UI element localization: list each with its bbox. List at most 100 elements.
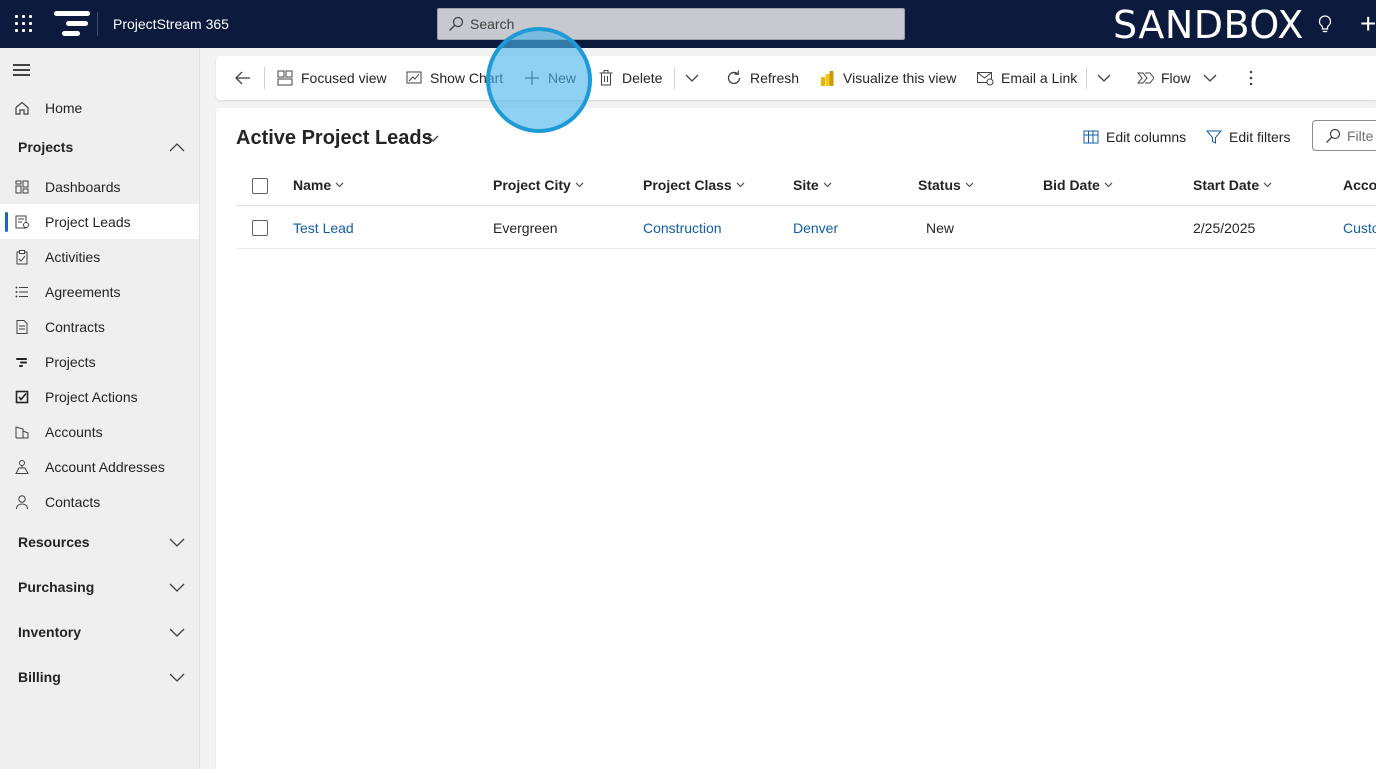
sidebar-item-projects[interactable]: Projects xyxy=(0,344,199,379)
sidebar-item-home[interactable]: Home xyxy=(0,90,199,125)
chevron-down-icon xyxy=(736,182,745,188)
command-separator xyxy=(264,67,265,89)
select-all-checkbox[interactable] xyxy=(252,178,268,194)
column-header-bid-date[interactable]: Bid Date xyxy=(1043,164,1113,206)
column-header-start-date[interactable]: Start Date xyxy=(1193,164,1272,206)
grid-header-row: Name Project City Project Class Site Sta… xyxy=(236,164,1376,206)
document-icon xyxy=(16,320,28,334)
email-link-button[interactable]: Email a Link xyxy=(976,56,1077,100)
column-header-site[interactable]: Site xyxy=(793,164,832,206)
sidebar-item-label: Home xyxy=(45,100,83,116)
back-button[interactable] xyxy=(234,56,252,100)
focused-view-label: Focused view xyxy=(301,70,387,86)
sidebar-item-label: Contacts xyxy=(45,494,101,510)
sidebar-group-resources[interactable]: Resources xyxy=(0,524,199,560)
sidebar-item-project-actions[interactable]: Project Actions xyxy=(0,379,199,414)
view-title[interactable]: Active Project Leads xyxy=(236,127,433,150)
column-header-name[interactable]: Name xyxy=(293,164,344,206)
sidebar-item-label: Dashboards xyxy=(45,179,121,195)
cell-status: New xyxy=(926,220,955,236)
sidebar-item-label: Contracts xyxy=(45,319,105,335)
hamburger-menu-icon[interactable] xyxy=(13,63,31,77)
app-divider xyxy=(97,12,98,36)
visualize-view-label: Visualize this view xyxy=(843,70,957,86)
chevron-down-icon xyxy=(169,583,185,592)
sidebar-group-inventory[interactable]: Inventory xyxy=(0,614,199,650)
address-icon xyxy=(15,460,29,474)
more-commands-button[interactable] xyxy=(1242,56,1260,100)
sidebar-item-label: Projects xyxy=(45,354,96,370)
sidebar-item-contracts[interactable]: Contracts xyxy=(0,309,199,344)
accounts-icon xyxy=(15,426,29,439)
focused-view-button[interactable]: Focused view xyxy=(276,56,387,100)
chevron-down-icon xyxy=(1097,74,1111,82)
more-email-options-button[interactable] xyxy=(1095,56,1113,100)
search-icon xyxy=(1326,128,1341,143)
app-title[interactable]: ProjectStream 365 xyxy=(113,16,229,32)
flow-dropdown-button[interactable] xyxy=(1201,56,1219,100)
edit-columns-button[interactable]: Edit columns xyxy=(1082,124,1186,150)
projectstream-logo-icon xyxy=(52,8,92,40)
column-header-status[interactable]: Status xyxy=(918,164,974,206)
chevron-down-icon xyxy=(1263,182,1272,188)
refresh-button[interactable]: Refresh xyxy=(725,56,799,100)
sidebar-item-agreements[interactable]: Agreements xyxy=(0,274,199,309)
refresh-label: Refresh xyxy=(750,70,800,86)
view-panel: Active Project Leads Edit columns Edit f… xyxy=(216,108,1376,769)
column-header-account[interactable]: Acco xyxy=(1343,164,1376,206)
environment-label: SANDBOX xyxy=(1113,3,1304,47)
command-bar: Focused view Show Chart New Delete Refre… xyxy=(216,56,1376,100)
column-header-label: Start Date xyxy=(1193,177,1260,193)
sidebar-group-projects[interactable]: Projects xyxy=(0,129,199,165)
sidebar-item-account-addresses[interactable]: Account Addresses xyxy=(0,449,199,484)
global-search-box[interactable] xyxy=(437,8,905,40)
new-button[interactable]: New xyxy=(523,56,576,100)
list-icon xyxy=(15,286,28,298)
column-header-label: Status xyxy=(918,177,961,193)
sidebar-item-label: Agreements xyxy=(45,284,121,300)
edit-columns-icon xyxy=(1083,130,1099,144)
chart-icon xyxy=(406,71,422,84)
sidebar-item-accounts[interactable]: Accounts xyxy=(0,414,199,449)
chevron-down-icon xyxy=(823,182,832,188)
delete-button[interactable]: Delete xyxy=(597,56,662,100)
lightbulb-icon[interactable] xyxy=(1314,13,1336,35)
show-chart-button[interactable]: Show Chart xyxy=(405,56,503,100)
sidebar-item-dashboards[interactable]: Dashboards xyxy=(0,169,199,204)
filter-by-keyword-box[interactable] xyxy=(1312,120,1376,151)
view-selector-chevron-icon[interactable] xyxy=(426,134,440,144)
column-header-project-city[interactable]: Project City xyxy=(493,164,584,206)
global-search-input[interactable] xyxy=(470,16,870,32)
sidebar-item-label: Project Leads xyxy=(45,214,131,230)
column-header-label: Bid Date xyxy=(1043,177,1100,193)
cell-name-link[interactable]: Test Lead xyxy=(293,207,354,249)
sidebar-item-project-leads[interactable]: Project Leads xyxy=(0,204,199,239)
sidebar-item-contacts[interactable]: Contacts xyxy=(0,484,199,519)
cell-site-link[interactable]: Denver xyxy=(793,207,838,249)
more-delete-options-button[interactable] xyxy=(683,56,701,100)
new-record-icon[interactable]: + xyxy=(1360,10,1376,38)
cell-project-city: Evergreen xyxy=(493,220,558,236)
column-header-label: Site xyxy=(793,177,819,193)
sidebar-group-billing[interactable]: Billing xyxy=(0,659,199,695)
edit-filters-label: Edit filters xyxy=(1229,129,1291,145)
focused-view-icon xyxy=(277,70,293,86)
app-launcher-icon[interactable] xyxy=(14,14,34,34)
sidebar-group-label: Inventory xyxy=(18,624,82,640)
table-row[interactable]: Test Lead Evergreen Construction Denver … xyxy=(236,207,1376,249)
column-header-label: Project Class xyxy=(643,177,732,193)
cell-project-class-link[interactable]: Construction xyxy=(643,207,722,249)
flow-button[interactable]: Flow xyxy=(1136,56,1191,100)
sidebar-item-activities[interactable]: Activities xyxy=(0,239,199,274)
column-header-project-class[interactable]: Project Class xyxy=(643,164,745,206)
person-icon xyxy=(16,495,28,510)
edit-filters-button[interactable]: Edit filters xyxy=(1205,124,1290,150)
visualize-view-button[interactable]: Visualize this view xyxy=(818,56,956,100)
cell-account-link[interactable]: Custo xyxy=(1343,207,1376,249)
row-select-checkbox[interactable] xyxy=(252,220,268,236)
command-separator xyxy=(1086,67,1087,89)
chevron-down-icon xyxy=(335,182,344,188)
filter-keyword-input[interactable] xyxy=(1347,127,1376,144)
sidebar-group-purchasing[interactable]: Purchasing xyxy=(0,569,199,605)
email-link-label: Email a Link xyxy=(1001,70,1078,86)
